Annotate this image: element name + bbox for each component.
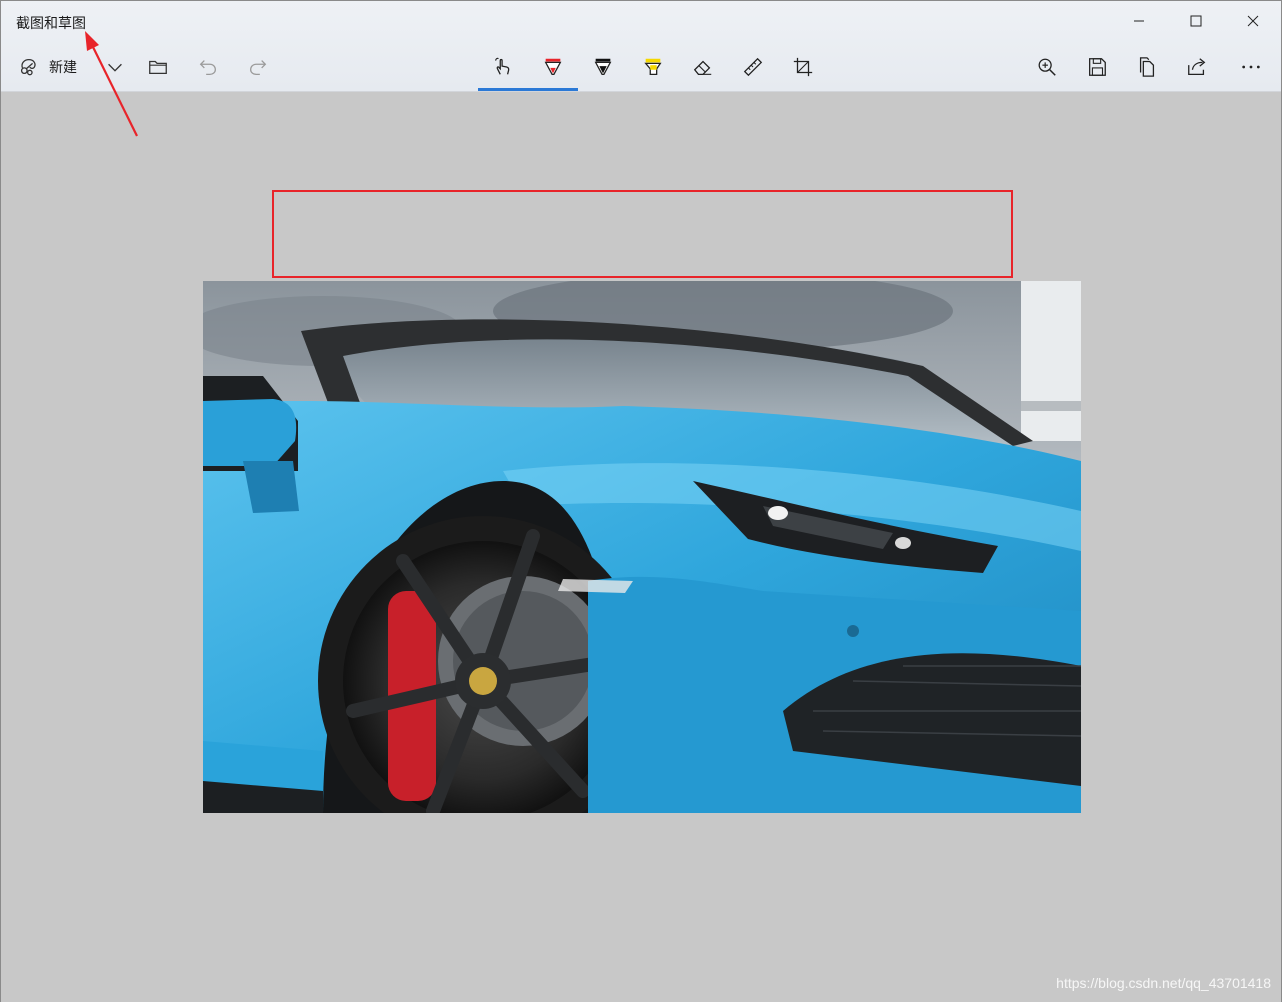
redo-icon [250, 60, 267, 75]
close-button[interactable] [1230, 7, 1276, 35]
app-title: 截图和草图 [16, 15, 86, 31]
zoom-button[interactable] [1032, 49, 1062, 85]
copy-icon [1139, 57, 1155, 77]
eraser-icon [693, 60, 712, 75]
ballpoint-pen-icon [544, 58, 562, 75]
undo-button[interactable] [193, 49, 223, 85]
annotation-rectangle [272, 190, 1013, 278]
more-options-button[interactable] [1234, 49, 1268, 85]
crop-button[interactable] [788, 49, 818, 85]
share-button[interactable] [1182, 49, 1212, 85]
title-bar: 截图和草图 新建 [1, 1, 1281, 92]
open-folder-icon [149, 60, 167, 75]
car-photo [203, 281, 1081, 813]
touch-writing-icon [495, 57, 510, 75]
maximize-button[interactable] [1173, 7, 1219, 35]
touch-writing-button[interactable] [488, 49, 518, 85]
new-snip-icon [20, 59, 36, 76]
crop-icon [793, 57, 813, 77]
maximize-icon [1190, 15, 1202, 27]
ballpoint-pen-button[interactable] [538, 49, 568, 85]
blue-sports-car-photo [203, 281, 1081, 813]
eraser-button[interactable] [688, 49, 718, 85]
copy-button[interactable] [1132, 49, 1162, 85]
close-icon [1247, 15, 1259, 27]
pencil-button[interactable] [588, 49, 618, 85]
undo-icon [199, 60, 216, 75]
snip-and-sketch-window: 截图和草图 新建 https://blog.csdn.net/qq_437014… [0, 0, 1282, 1002]
ruler-icon [743, 57, 763, 77]
redo-button[interactable] [243, 49, 273, 85]
watermark-text: https://blog.csdn.net/qq_43701418 [1056, 975, 1271, 991]
highlighter-button[interactable] [638, 49, 668, 85]
new-snip-dropdown[interactable] [101, 49, 129, 85]
pencil-icon [594, 58, 612, 75]
highlighter-icon [644, 58, 662, 75]
ruler-button[interactable] [738, 49, 768, 85]
share-icon [1188, 58, 1206, 75]
save-icon [1089, 58, 1106, 76]
zoom-in-icon [1038, 58, 1056, 76]
more-icon [1242, 65, 1260, 69]
chevron-down-icon [108, 63, 122, 72]
new-snip-button[interactable]: 新建 [17, 49, 97, 85]
open-file-button[interactable] [143, 49, 173, 85]
save-button[interactable] [1082, 49, 1112, 85]
minimize-icon [1134, 20, 1144, 22]
minimize-button[interactable] [1116, 7, 1162, 35]
active-tool-indicator [478, 88, 578, 91]
new-label: 新建 [49, 59, 77, 75]
